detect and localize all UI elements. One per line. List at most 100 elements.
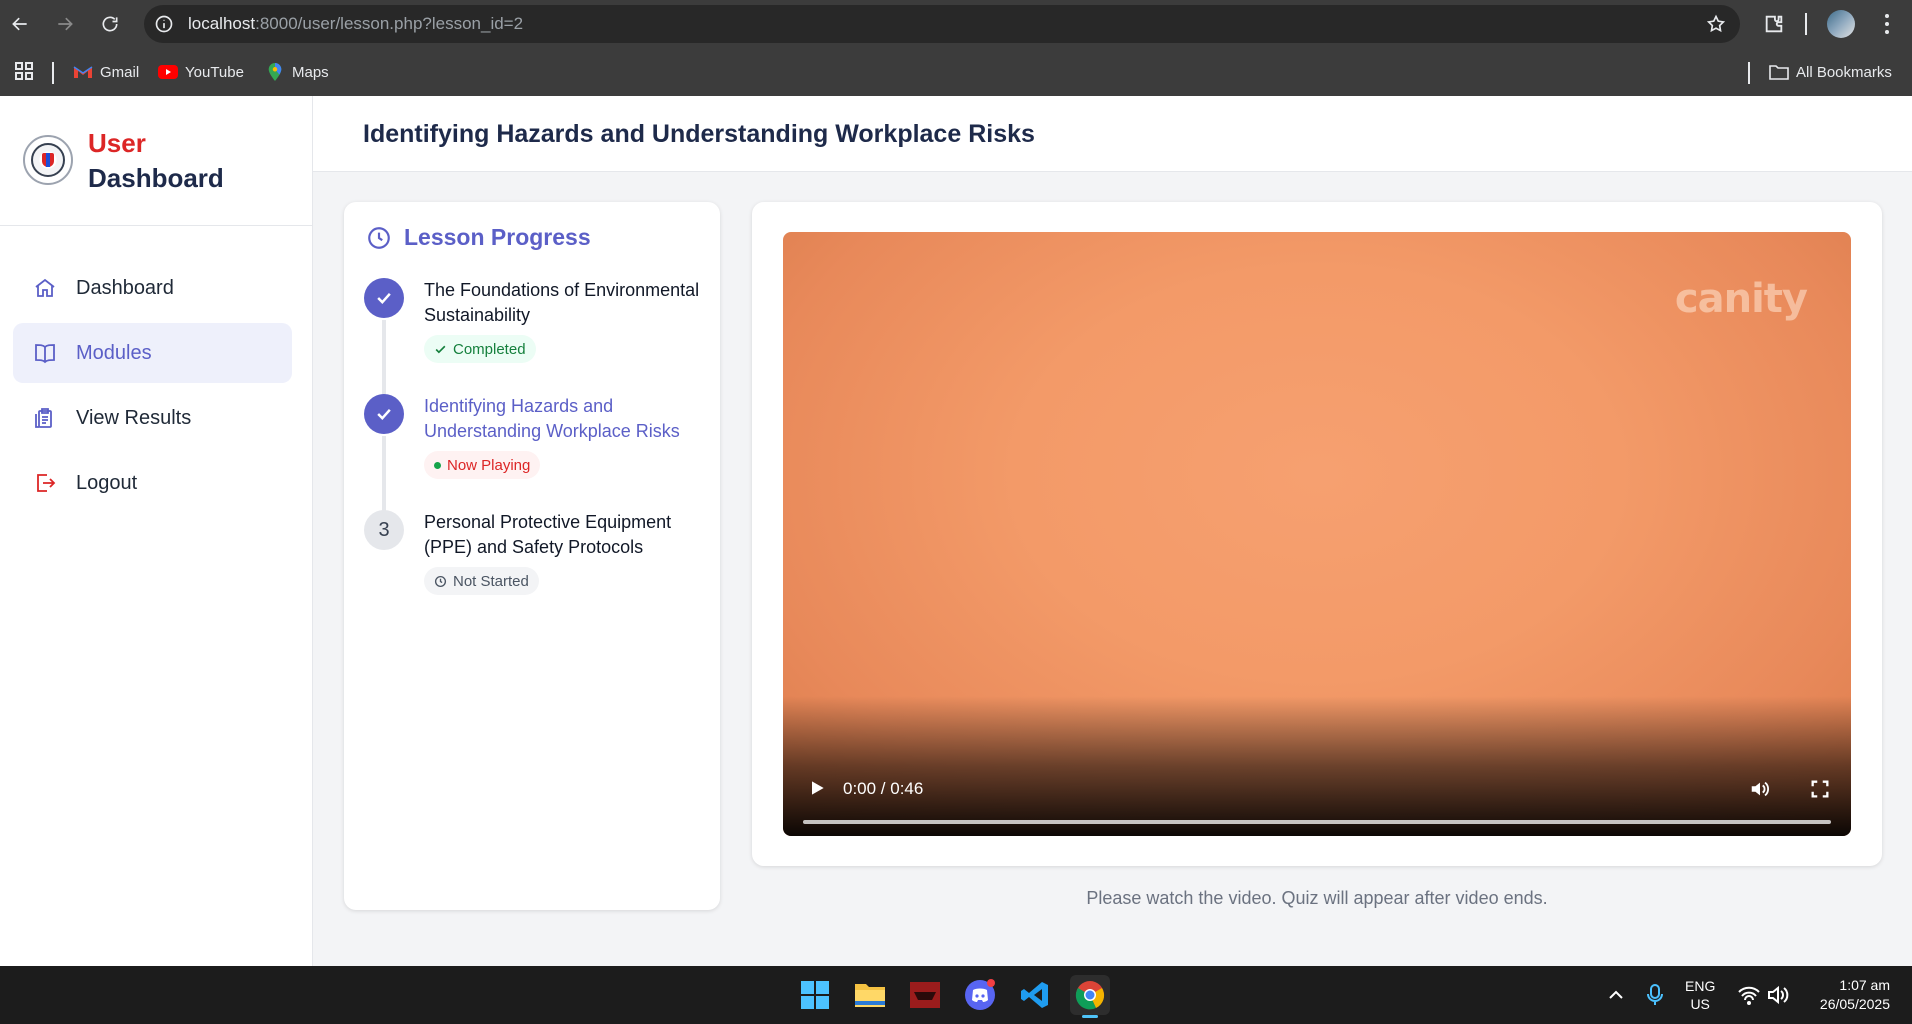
- lesson-step-1[interactable]: The Foundations of Environmental Sustain…: [364, 278, 704, 404]
- reload-icon: [102, 16, 118, 32]
- profile-avatar[interactable]: [1827, 10, 1855, 38]
- video-time: 0:00 / 0:46: [843, 779, 924, 798]
- status-badge-label: Not Started: [453, 572, 529, 590]
- browser-menu-button[interactable]: [1885, 14, 1889, 34]
- url-path: :8000/user/lesson.php?lesson_id=2: [255, 14, 524, 33]
- start-button[interactable]: [795, 975, 835, 1015]
- all-bookmarks-label: All Bookmarks: [1796, 63, 1892, 81]
- lesson-step-2[interactable]: Identifying Hazards and Understanding Wo…: [364, 394, 704, 520]
- step-connector: [382, 320, 386, 404]
- video-card: canity 0:00 / 0:46: [752, 202, 1882, 866]
- taskbar-vscode[interactable]: [1015, 975, 1055, 1015]
- quiz-notice: Please watch the video. Quiz will appear…: [1086, 888, 1548, 908]
- bookmark-maps[interactable]: Maps: [265, 63, 329, 81]
- page-title: Identifying Hazards and Understanding Wo…: [363, 120, 1035, 148]
- taskbar-app-red[interactable]: [905, 975, 945, 1015]
- video-watermark: canity: [1674, 276, 1808, 322]
- fullscreen-icon[interactable]: [1809, 778, 1831, 800]
- clipboard-icon: [35, 408, 52, 428]
- taskbar-discord[interactable]: [960, 975, 1000, 1015]
- lesson-progress-title: Lesson Progress: [404, 224, 591, 250]
- brand-title-dashboard: Dashboard: [88, 163, 224, 193]
- bookmark-youtube[interactable]: YouTube: [158, 63, 244, 81]
- live-dot: [434, 461, 441, 469]
- step-title: Personal Protective Equipment (PPE) and …: [424, 512, 672, 557]
- folder-icon: [855, 984, 885, 1007]
- status-badge-now-playing: Now Playing: [424, 451, 541, 479]
- step-number: 3: [364, 510, 404, 550]
- all-bookmarks-button[interactable]: All Bookmarks: [1769, 63, 1892, 81]
- check-icon: [377, 408, 391, 420]
- clock-icon: [368, 226, 390, 249]
- bookmarks-divider: [52, 62, 54, 84]
- clock-time: 1:07 am: [1839, 977, 1890, 993]
- taskbar-chrome[interactable]: [1070, 975, 1110, 1018]
- sidebar-item-label: Dashboard: [76, 276, 174, 299]
- step-title: Identifying Hazards and Understanding Wo…: [424, 396, 680, 441]
- clock-icon: [434, 575, 447, 587]
- sidebar-item-label: Modules: [76, 341, 152, 364]
- chevron-up-icon[interactable]: [1607, 986, 1625, 1004]
- home-icon: [35, 278, 55, 297]
- toolbar-divider: [1805, 13, 1807, 35]
- sidebar-item-view-results[interactable]: View Results: [13, 388, 292, 448]
- extensions-icon[interactable]: [1763, 13, 1785, 35]
- app-icon: [910, 982, 940, 1008]
- maps-pin-icon: [268, 63, 282, 81]
- youtube-icon: [158, 65, 178, 79]
- volume-icon[interactable]: [1749, 778, 1771, 800]
- microphone-icon[interactable]: [1646, 983, 1664, 1007]
- video-controls: 0:00 / 0:46: [783, 746, 1851, 836]
- apps-grid-icon[interactable]: [15, 62, 33, 80]
- clock-date: 26/05/2025: [1819, 996, 1890, 1012]
- bookmark-star-icon[interactable]: [1706, 14, 1726, 34]
- step-title: The Foundations of Environmental Sustain…: [424, 280, 700, 325]
- sidebar-item-label: Logout: [76, 471, 138, 494]
- step-connector: [382, 436, 386, 520]
- sidebar-item-dashboard[interactable]: Dashboard: [13, 258, 292, 318]
- lesson-progress-card: Lesson Progress The Foundations of Envir…: [344, 202, 720, 910]
- page-header: Identifying Hazards and Understanding Wo…: [313, 96, 1912, 172]
- check-icon: [435, 345, 446, 353]
- discord-icon: [965, 979, 995, 1010]
- book-icon: [35, 344, 55, 364]
- sidebar: User Dashboard Dashboard Modules View Re…: [0, 96, 313, 966]
- video-seek-bar[interactable]: [803, 820, 1831, 824]
- bookmark-label: Maps: [292, 63, 329, 81]
- status-badge-label: Completed: [453, 340, 526, 358]
- taskbar-file-explorer[interactable]: [850, 975, 890, 1015]
- sidebar-item-modules[interactable]: Modules: [13, 323, 292, 383]
- sidebar-item-label: View Results: [76, 406, 192, 429]
- arrow-left-icon: [12, 17, 27, 31]
- url-host: localhost: [188, 14, 256, 33]
- arrow-right-icon: [58, 17, 73, 31]
- lesson-step-3[interactable]: 3 Personal Protective Equipment (PPE) an…: [364, 510, 704, 610]
- browser-toolbar: localhost:8000/user/lesson.php?lesson_id…: [0, 0, 1912, 48]
- reload-button[interactable]: [90, 4, 130, 44]
- site-info-icon[interactable]: [154, 14, 174, 34]
- windows-logo-icon: [801, 981, 829, 1009]
- system-clock[interactable]: 1:07 am 26/05/2025: [1820, 976, 1890, 1014]
- logout-icon: [37, 474, 56, 492]
- logo-emblem: [23, 135, 73, 185]
- language-region: US: [1690, 996, 1710, 1012]
- bookmark-gmail[interactable]: Gmail: [73, 63, 139, 81]
- folder-icon: [1769, 65, 1789, 80]
- language-code: ENG: [1685, 978, 1716, 994]
- vscode-icon: [1021, 982, 1048, 1008]
- bookmark-label: Gmail: [100, 63, 140, 81]
- speaker-icon[interactable]: [1767, 985, 1789, 1005]
- back-button[interactable]: [0, 4, 40, 44]
- bookmarks-divider: [1748, 62, 1750, 84]
- bookmark-label: YouTube: [185, 63, 244, 81]
- status-badge-label: Now Playing: [447, 456, 531, 474]
- sidebar-item-logout[interactable]: Logout: [13, 453, 292, 513]
- forward-button[interactable]: [45, 4, 85, 44]
- lesson-video-player[interactable]: canity 0:00 / 0:46: [783, 232, 1851, 836]
- address-bar[interactable]: localhost:8000/user/lesson.php?lesson_id…: [144, 5, 1740, 43]
- wifi-icon[interactable]: [1738, 985, 1760, 1005]
- status-badge-completed: Completed: [424, 335, 536, 363]
- play-icon[interactable]: [807, 778, 827, 798]
- language-indicator[interactable]: ENG US: [1685, 977, 1715, 1013]
- status-badge-not-started: Not Started: [424, 567, 539, 595]
